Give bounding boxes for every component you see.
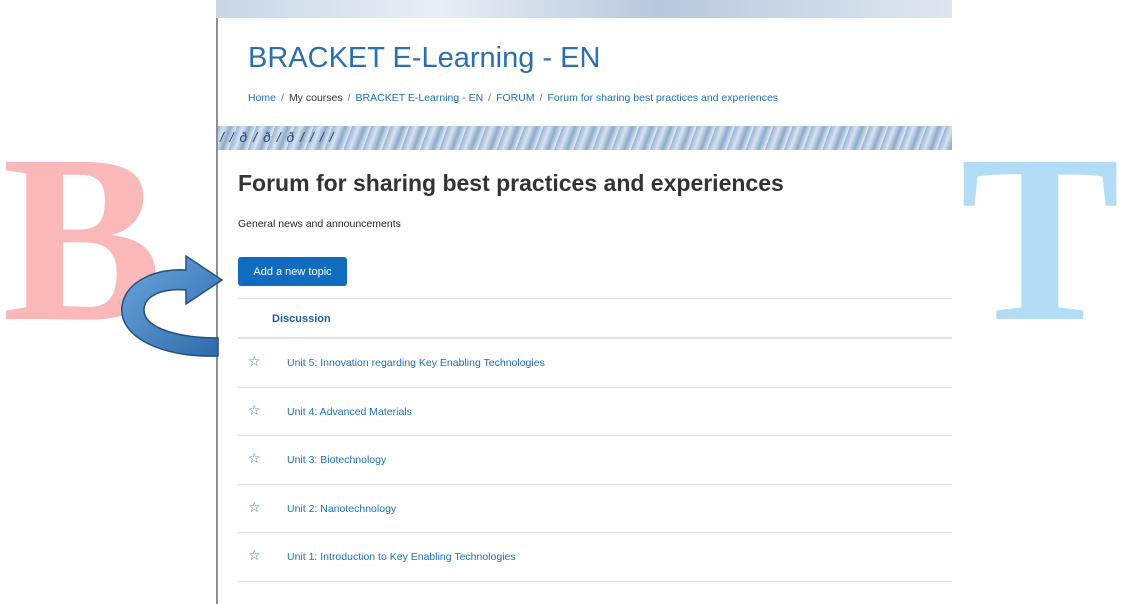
star-outline-icon[interactable]: ☆	[248, 450, 261, 467]
discussion-row: ☆ Unit 3: Biotechnology	[238, 436, 952, 485]
forum-title: Forum for sharing best practices and exp…	[238, 170, 784, 196]
course-title: BRACKET E-Learning - EN	[248, 42, 601, 74]
breadcrumb: Home / My courses / BRACKET E-Learning - EN /…	[248, 92, 778, 104]
breadcrumb-separator: /	[539, 92, 543, 104]
forum-content: Forum for sharing best practices and exp…	[228, 150, 952, 604]
discussion-link[interactable]: Unit 2: Nanotechnology	[287, 503, 396, 515]
breadcrumb-home[interactable]: Home	[248, 92, 276, 104]
discussion-link[interactable]: Unit 1: Introduction to Key Enabling Tec…	[287, 551, 516, 563]
watermark-letter-t: T	[960, 105, 1121, 371]
discussion-row: ☆ Unit 1: Introduction to Key Enabling T…	[238, 533, 952, 582]
breadcrumb-current-forum[interactable]: Forum for sharing best practices and exp…	[548, 92, 779, 104]
discussion-link[interactable]: Unit 3: Biotechnology	[287, 454, 386, 466]
discussion-table: Discussion ☆ Unit 5: Innovation regardin…	[238, 298, 952, 582]
discussion-column-header[interactable]: Discussion	[272, 313, 331, 325]
banner-pattern-glyphs: / / ð / ð / ð / / / /	[220, 129, 335, 145]
discussion-row: ☆ Unit 4: Advanced Materials	[238, 388, 952, 436]
breadcrumb-separator: /	[281, 92, 284, 104]
star-outline-icon[interactable]: ☆	[248, 547, 261, 564]
add-new-topic-button[interactable]: Add a new topic	[238, 257, 347, 286]
discussion-link[interactable]: Unit 4: Advanced Materials	[287, 406, 412, 418]
discussion-link[interactable]: Unit 5: Innovation regarding Key Enablin…	[287, 357, 545, 369]
banner-strip	[216, 0, 952, 18]
breadcrumb-separator: /	[488, 92, 492, 104]
curved-arrow-icon	[121, 254, 224, 357]
forum-intro: General news and announcements	[238, 218, 401, 230]
breadcrumb-separator: /	[347, 92, 351, 104]
breadcrumb-course[interactable]: BRACKET E-Learning - EN	[356, 92, 484, 104]
star-outline-icon[interactable]: ☆	[248, 499, 261, 516]
breadcrumb-my-courses: My courses	[288, 92, 343, 104]
discussion-row: ☆ Unit 5: Innovation regarding Key Enabl…	[238, 339, 952, 388]
screenshot-panel: BRACKET E-Learning - EN Home / My courses /…	[216, 0, 952, 604]
star-outline-icon[interactable]: ☆	[248, 402, 261, 419]
decorative-banner: / / ð / ð / ð / / / /	[218, 126, 952, 150]
breadcrumb-forum[interactable]: FORUM	[496, 92, 535, 104]
course-header: BRACKET E-Learning - EN Home / My courses /…	[228, 18, 952, 122]
discussion-table-header: Discussion	[238, 298, 952, 339]
discussion-row: ☆ Unit 2: Nanotechnology	[238, 485, 952, 533]
